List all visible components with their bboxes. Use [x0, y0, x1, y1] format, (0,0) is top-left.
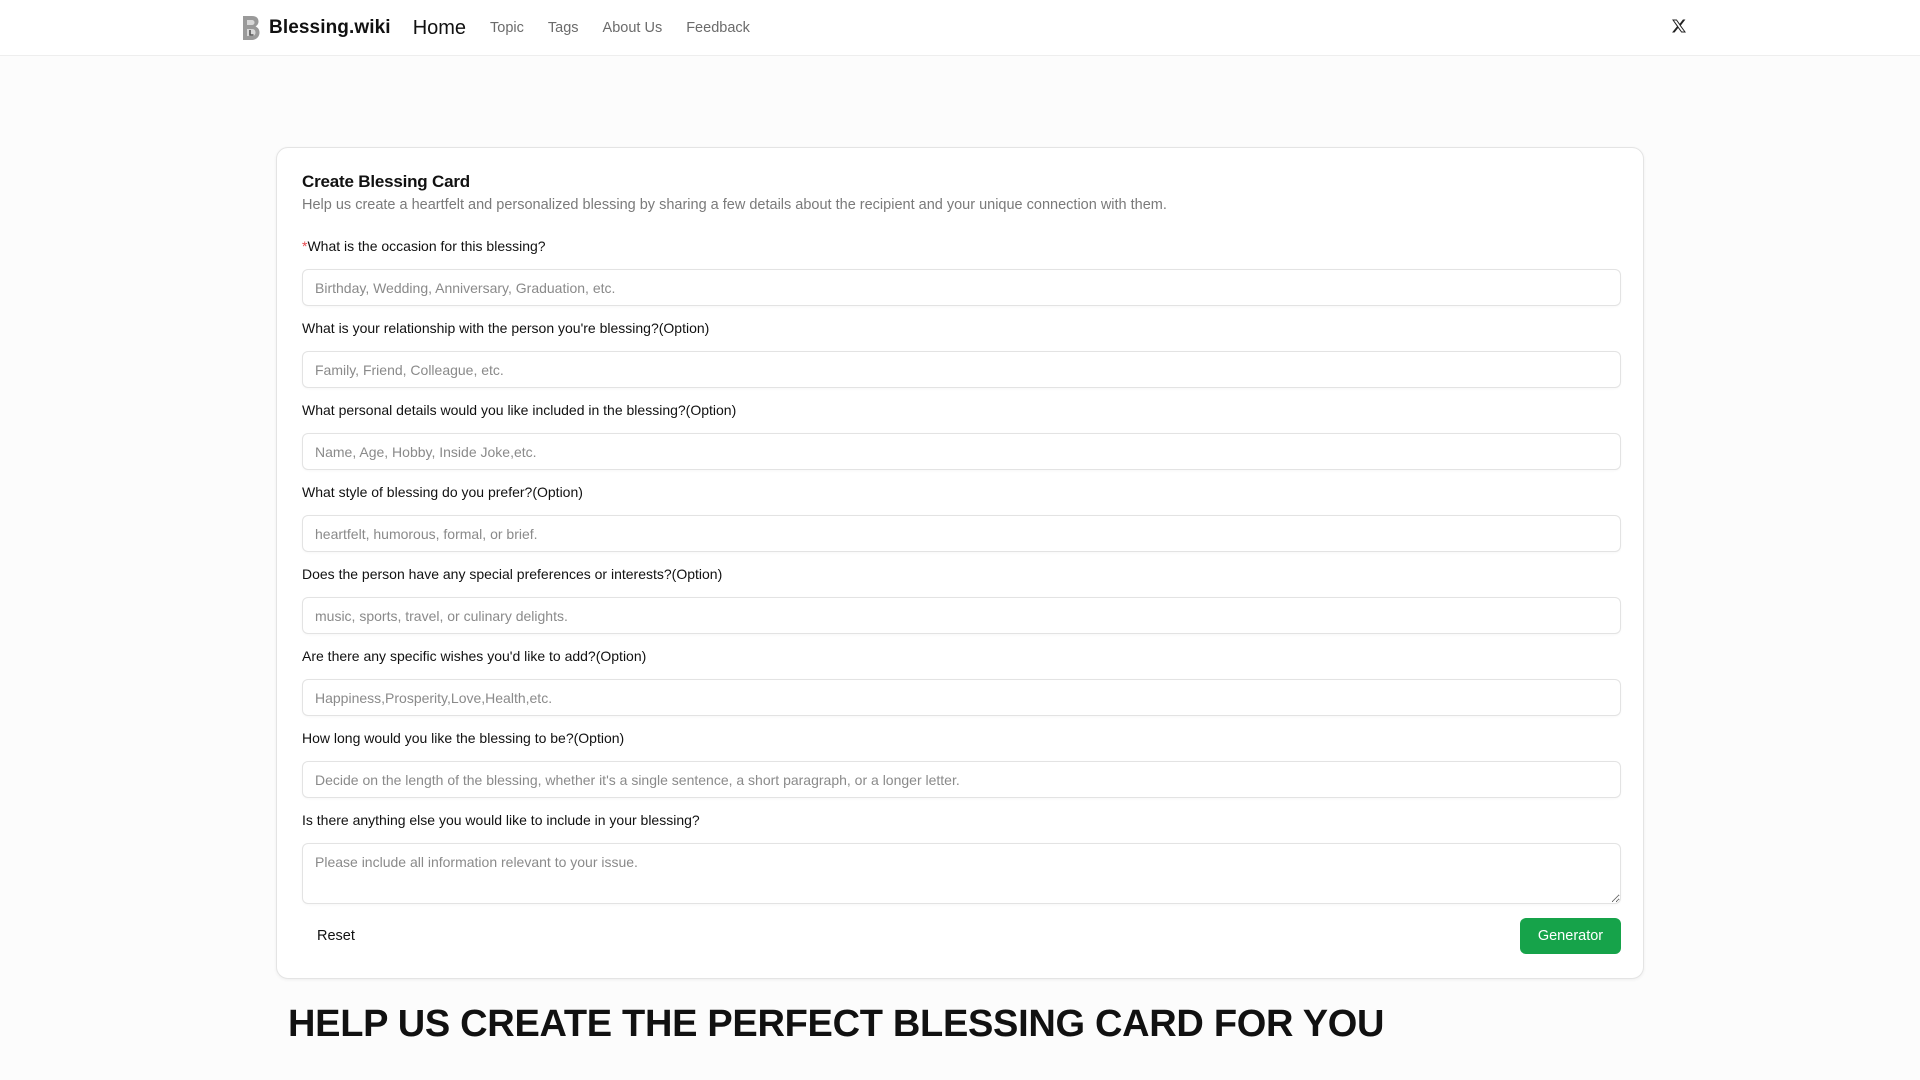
card-description: Help us create a heartfelt and personali…	[302, 197, 1167, 213]
length-label: How long would you like the blessing to …	[302, 730, 625, 746]
personal-details-field: What personal details would you like inc…	[302, 400, 1621, 470]
b-logo-icon	[241, 15, 261, 41]
header-content: Blessing.wiki Home Topic Tags About Us F…	[241, 0, 774, 56]
nav-tags[interactable]: Tags	[548, 20, 579, 36]
logo-text: Blessing.wiki	[269, 17, 391, 38]
anything-else-field: Is there anything else you would like to…	[302, 810, 1621, 904]
wishes-field: Are there any specific wishes you'd like…	[302, 646, 1621, 716]
occasion-field: *What is the occasion for this blessing?	[302, 236, 1621, 306]
reset-button[interactable]: Reset	[302, 918, 372, 954]
nav-topic[interactable]: Topic	[490, 20, 524, 36]
style-label: What style of blessing do you prefer?(Op…	[302, 484, 583, 500]
preferences-field: Does the person have any special prefere…	[302, 564, 1621, 634]
personal-details-input[interactable]	[302, 433, 1621, 470]
length-field: How long would you like the blessing to …	[302, 728, 1621, 798]
logo-link[interactable]: Blessing.wiki	[241, 15, 391, 41]
personal-details-label: What personal details would you like inc…	[302, 402, 737, 418]
wishes-label: Are there any specific wishes you'd like…	[302, 648, 647, 664]
create-blessing-card-form: Create Blessing Card Help us create a he…	[276, 147, 1644, 979]
nav-about-us[interactable]: About Us	[603, 20, 663, 36]
x-twitter-link[interactable]	[1668, 17, 1690, 39]
anything-else-label: Is there anything else you would like to…	[302, 812, 700, 828]
anything-else-textarea[interactable]	[302, 843, 1621, 904]
relationship-input[interactable]	[302, 351, 1621, 388]
style-input[interactable]	[302, 515, 1621, 552]
occasion-label: *What is the occasion for this blessing?	[302, 236, 1621, 256]
length-input[interactable]	[302, 761, 1621, 798]
nav-home[interactable]: Home	[413, 17, 466, 40]
preferences-input[interactable]	[302, 597, 1621, 634]
relationship-label: What is your relationship with the perso…	[302, 320, 710, 336]
occasion-label-text: What is the occasion for this blessing?	[307, 238, 546, 254]
x-twitter-icon	[1672, 19, 1686, 38]
occasion-input[interactable]	[302, 269, 1621, 306]
generator-button[interactable]: Generator	[1520, 918, 1621, 954]
style-field: What style of blessing do you prefer?(Op…	[302, 482, 1621, 552]
site-header: Blessing.wiki Home Topic Tags About Us F…	[0, 0, 1920, 56]
relationship-field: What is your relationship with the perso…	[302, 318, 1621, 388]
preferences-label: Does the person have any special prefere…	[302, 566, 723, 582]
nav-feedback[interactable]: Feedback	[686, 20, 750, 36]
card-title: Create Blessing Card	[302, 172, 470, 191]
section-heading: HELP US CREATE THE PERFECT BLESSING CARD…	[288, 1003, 1385, 1045]
main-nav: Home Topic Tags About Us Feedback	[413, 17, 774, 40]
wishes-input[interactable]	[302, 679, 1621, 716]
